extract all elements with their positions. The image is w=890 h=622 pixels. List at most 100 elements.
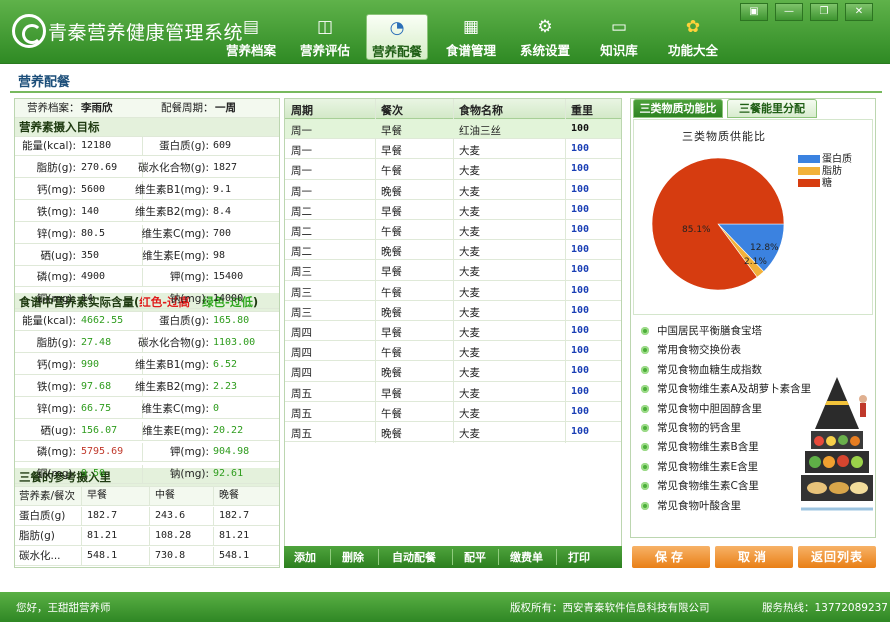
status-bar: 您好，王甜甜营养师 版权所有：西安青秦软件信息科技有限公司 服务热线：13772…: [0, 592, 890, 622]
table-row[interactable]: 周四 午餐 大麦 100: [285, 341, 621, 362]
back-to-list-button[interactable]: 返回列表: [798, 546, 876, 568]
nutrient-cell: 铜(mg): 9.50: [15, 465, 143, 485]
skin-button[interactable]: ▣: [740, 3, 768, 21]
nav-all-functions[interactable]: ✿ 功能大全: [662, 14, 724, 60]
table-row[interactable]: 周三 晚餐 大麦 100: [285, 301, 621, 321]
nutrient-value: 97.68: [81, 380, 112, 392]
col-header-period[interactable]: 周期: [291, 102, 313, 118]
table-row[interactable]: 周三 早餐 大麦 100: [285, 260, 621, 281]
nutrient-cell: 钾(mg): 904.98: [143, 443, 279, 462]
nutrient-cell: 铜(mg): 14: [15, 290, 143, 310]
knowledge-link[interactable]: 常用食物交换份表: [641, 342, 741, 357]
page-title: 营养配餐: [18, 75, 71, 90]
cell-divider: [149, 487, 150, 506]
meals-cell: 548.1: [219, 550, 250, 561]
table-row[interactable]: 周一 晚餐 大麦 100: [285, 180, 621, 200]
balance-button[interactable]: 配平: [464, 549, 486, 565]
print-button[interactable]: 打印: [568, 549, 590, 565]
table-row[interactable]: 周四 晚餐 大麦 100: [285, 361, 621, 382]
tab-energy-ratio[interactable]: 三类物质功能比: [633, 99, 723, 118]
knowledge-link[interactable]: 中国居民平衡膳食宝塔: [641, 323, 762, 338]
restore-button[interactable]: ❐: [810, 3, 838, 21]
knowledge-link[interactable]: 常见食物维生素C含里: [641, 478, 759, 493]
nutrient-cell: 维生素B2(mg): 8.4: [135, 203, 279, 222]
table-cell: 晚餐: [381, 367, 402, 380]
table-row[interactable]: 周二 早餐 大麦 100: [285, 200, 621, 220]
profile-row: 营养档案： 李雨欣 配餐周期： 一周: [15, 99, 279, 118]
table-cell: 周一: [291, 145, 312, 158]
knowledge-link[interactable]: 常见食物中胆固醇含里: [641, 401, 762, 416]
minimize-icon: —: [784, 6, 794, 17]
save-button[interactable]: 保存: [632, 546, 710, 568]
link-text: 常见食物血糖生成指数: [657, 363, 762, 376]
nutrient-value: 20.22: [213, 424, 244, 436]
table-cell: 早餐: [381, 387, 402, 400]
nutrient-value: 66.75: [81, 402, 112, 414]
nav-knowledge-base[interactable]: ▭ 知识库: [588, 14, 650, 60]
col-header-meal[interactable]: 餐次: [381, 102, 403, 118]
nutrient-cell: 钠(mg): 92.61: [143, 465, 279, 484]
link-text: 常见食物维生素B含里: [657, 441, 759, 454]
nutrient-value: 1103.00: [213, 336, 256, 348]
table-cell: 大麦: [459, 428, 480, 440]
col-header-weight[interactable]: 重里: [571, 102, 593, 118]
delete-button[interactable]: 删除: [342, 549, 364, 565]
table-cell: 周五: [291, 428, 312, 440]
knowledge-link[interactable]: 常见食物维生素B含里: [641, 439, 759, 454]
table-cell: 大麦: [459, 266, 480, 279]
minimize-button[interactable]: —: [775, 3, 803, 21]
nav-label: 营养档案: [225, 43, 276, 58]
cancel-button[interactable]: 取消: [715, 546, 793, 568]
table-cell: 早餐: [381, 327, 402, 339]
table-row[interactable]: 周二 晚餐 大麦 100: [285, 240, 621, 261]
add-button[interactable]: 添加: [294, 549, 316, 565]
table-row[interactable]: 周一 早餐 红油三丝 100: [285, 119, 621, 140]
knowledge-link[interactable]: 常见食物的钙含里: [641, 420, 741, 435]
nutrient-label: 维生素B2(mg):: [134, 380, 209, 393]
nav-recipe-management[interactable]: ▦ 食谱管理: [440, 14, 502, 60]
table-cell: 周三: [291, 306, 312, 319]
meals-cell: 730.8: [155, 550, 186, 561]
nav-nutrition-records[interactable]: ▤ 营养档案: [220, 14, 282, 60]
nav-meal-planning[interactable]: ◔ 营养配餐: [366, 14, 428, 60]
bullet-icon: [641, 443, 649, 452]
nutrient-value: 80.5: [81, 227, 106, 239]
table-row[interactable]: 周五 晚餐 大麦 100: [285, 422, 621, 443]
nutrient-cell: 硒(ug): 350: [15, 246, 143, 266]
table-row[interactable]: 周四 早餐 大麦 100: [285, 321, 621, 342]
table-row[interactable]: 周五 午餐 大麦 100: [285, 402, 621, 422]
tab-meal-energy[interactable]: 三餐能里分配: [727, 99, 817, 118]
table-row[interactable]: 周三 午餐 大麦 100: [285, 281, 621, 301]
table-cell: 大麦: [459, 347, 480, 360]
nutrient-value: 350: [81, 249, 100, 261]
table-cell: 100: [571, 163, 590, 175]
table-cell: 大麦: [459, 387, 480, 400]
table-cell: 大麦: [459, 306, 480, 319]
table-row[interactable]: 周一 早餐 大麦 100: [285, 139, 621, 160]
knowledge-link[interactable]: 常见食物叶酸含里: [641, 498, 741, 513]
knowledge-link[interactable]: 常见食物维生素A及胡萝卜素含里: [641, 381, 811, 396]
knowledge-link[interactable]: 常见食物血糖生成指数: [641, 362, 762, 377]
bullet-icon: [641, 365, 649, 374]
table-row[interactable]: 周二 午餐 大麦 100: [285, 220, 621, 241]
table-row[interactable]: 周五 早餐 大麦 100: [285, 382, 621, 402]
col-header-food[interactable]: 食物名称: [459, 102, 503, 118]
nutrient-cell: 锌(mg): 66.75: [15, 399, 143, 419]
close-button[interactable]: ✕: [845, 3, 873, 21]
table-cell: 大麦: [459, 367, 480, 380]
knowledge-link[interactable]: 常见食物维生素E含里: [641, 459, 758, 474]
nutrient-value: 5600: [81, 183, 106, 195]
nutrient-cell: 脂肪(g): 270.69: [15, 158, 143, 178]
bill-button[interactable]: 缴费单: [510, 549, 543, 565]
nutrient-value: 14000: [213, 293, 244, 305]
auto-plan-button[interactable]: 自动配餐: [392, 549, 436, 565]
nav-system-settings[interactable]: ⚙ 系统设置: [514, 14, 576, 60]
meals-cell: 碳水化...: [19, 550, 61, 562]
link-text: 常见食物中胆固醇含里: [657, 402, 762, 415]
table-cell: 早餐: [381, 145, 402, 158]
nav-nutrition-assessment[interactable]: ◫ 营养评估: [294, 14, 356, 60]
table-row[interactable]: 周一 午餐 大麦 100: [285, 159, 621, 180]
nutrient-cell: 维生素B1(mg): 9.1: [135, 181, 279, 200]
nutrient-label: 铁(mg):: [36, 205, 76, 218]
nutrient-row: 钙(mg): 990 维生素B1(mg): 6.52: [15, 355, 279, 375]
